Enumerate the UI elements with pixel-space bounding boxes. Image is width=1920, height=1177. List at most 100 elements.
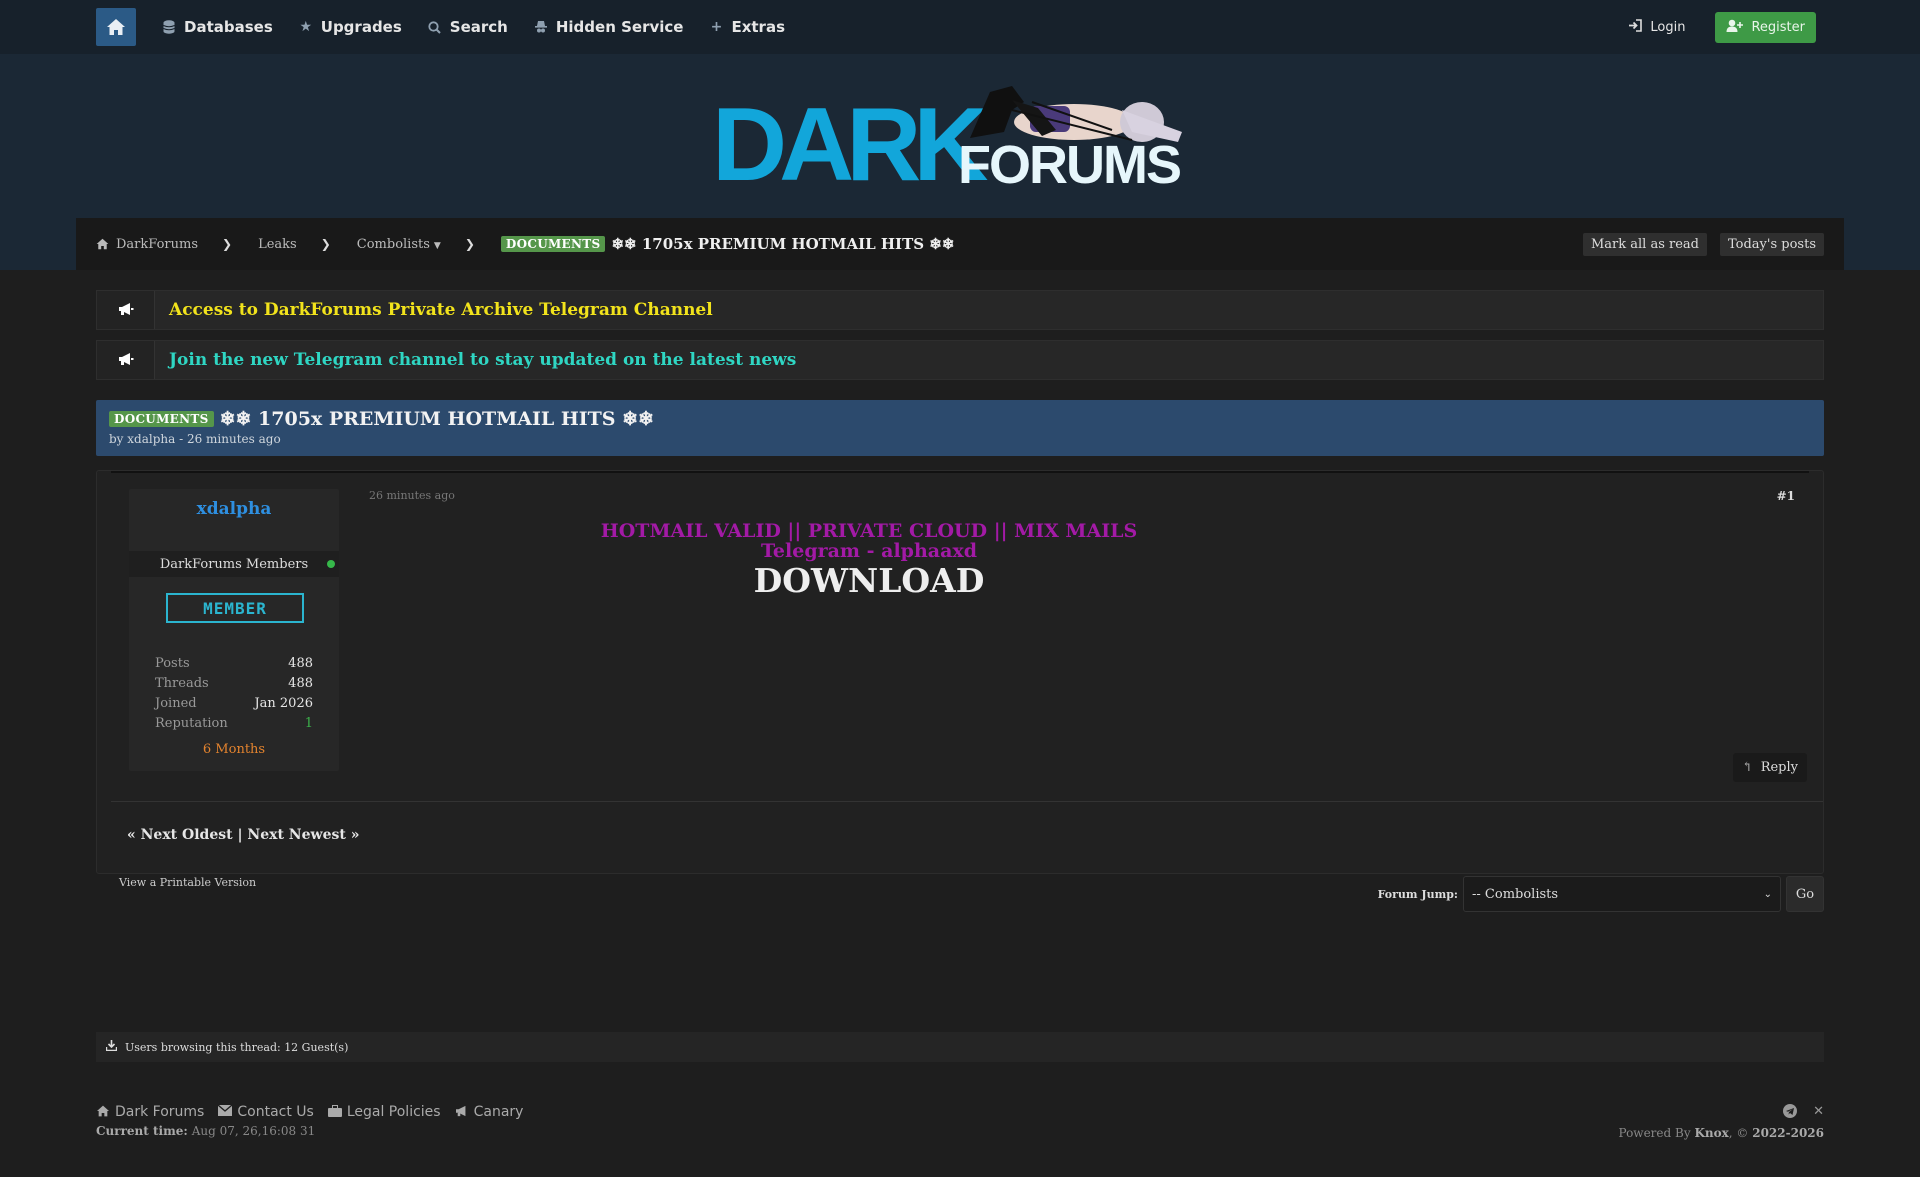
users-browsing-text: Users browsing this thread: 12 Guest(s) [125,1040,349,1054]
rank-badge: MEMBER [166,593,304,623]
breadcrumb-combolists-label: Combolists [356,236,430,252]
post-body-line: HOTMAIL VALID || PRIVATE CLOUD || MIX MA… [600,520,1138,542]
post-number-link[interactable]: #1 [1777,489,1795,503]
chevron-down-icon: ▼ [433,241,441,251]
login-label: Login [1650,19,1686,35]
usergroup-text: DarkForums Members [159,556,309,572]
stat-joined: Jan 2026 [254,695,313,711]
reply-button[interactable]: ↰ Reply [1732,753,1807,782]
telegram-icon[interactable] [1783,1104,1798,1122]
logo-mascot-figure [970,86,1182,142]
post: xdalpha DarkForums Members MEMBER Posts 4… [96,470,1824,874]
thread-header: DOCUMENTS ❄❄ 1705x PREMIUM HOTMAIL HITS … [96,400,1824,456]
download-icon [105,1040,118,1054]
briefcase-icon [327,1104,342,1120]
copyright-years: 2022-2026 [1752,1126,1824,1140]
announcement-text[interactable]: Access to DarkForums Private Archive Tel… [169,300,713,320]
register-label: Register [1751,19,1805,35]
x-twitter-icon[interactable]: ✕ [1813,1104,1824,1122]
announcement-1[interactable]: Access to DarkForums Private Archive Tel… [96,290,1824,330]
footer-link-dark-forums[interactable]: Dark Forums [96,1104,204,1120]
footer-link-legal[interactable]: Legal Policies [327,1104,441,1120]
stat-posts: 488 [288,655,313,671]
nav-extras[interactable]: + Extras [709,18,785,36]
stat-threads: 488 [288,675,313,691]
envelope-icon [217,1104,233,1119]
megaphone-icon [455,1105,469,1120]
nav-databases[interactable]: Databases [162,18,273,36]
breadcrumb: DarkForums ❯ Leaks ❯ Combolists ▼ ❯ DOCU… [76,218,1844,270]
chevron-down-icon: ⌄ [1763,888,1772,900]
nav-search-label: Search [449,18,508,36]
breadcrumb-home[interactable]: DarkForums [96,237,198,252]
thread-title: ❄❄ 1705x PREMIUM HOTMAIL HITS ❄❄ [219,408,654,430]
nav-upgrades[interactable]: ★ Upgrades [299,18,401,36]
reply-icon: ↰ [1741,760,1753,775]
site-logo[interactable]: DARK FORUMS [712,80,1202,203]
prefix-badge: DOCUMENTS [109,411,214,427]
download-link[interactable]: DOWNLOAD [369,561,1369,601]
plus-icon: + [710,19,723,35]
post-body-line: Telegram - alphaaxd [760,540,978,562]
home-icon [96,1105,110,1120]
footer: Dark Forums Contact Us Legal Policies Ca… [96,1104,1824,1164]
membership-duration: 6 Months [202,742,266,757]
megaphone-icon [118,351,134,370]
powered-prefix: Powered By [1618,1126,1691,1140]
forum-jump-selected: -- Combolists [1472,886,1559,902]
chevron-right-icon: ❯ [320,237,331,251]
star-icon: ★ [299,19,313,35]
stat-label: Reputation [155,715,228,731]
thread-pager[interactable]: « Next Oldest | Next Newest » [127,827,359,843]
stat-reputation[interactable]: 1 [305,716,313,731]
current-time-label: Current time: [96,1124,188,1138]
footer-link-label: Dark Forums [115,1104,205,1120]
user-plus-icon [1726,19,1744,36]
powered-suffix: , © [1728,1126,1749,1140]
announcement-text[interactable]: Join the new Telegram channel to stay up… [169,350,796,370]
announcement-2[interactable]: Join the new Telegram channel to stay up… [96,340,1824,380]
nav-search[interactable]: Search [428,18,508,36]
breadcrumb-current: ❄❄ 1705x PREMIUM HOTMAIL HITS ❄❄ [611,235,955,253]
post-author-name[interactable]: xdalpha [129,499,339,519]
thread-byline: by xdalpha - 26 minutes ago [109,432,281,446]
reply-label: Reply [1760,760,1798,775]
nav-hidden-service-label: Hidden Service [555,18,684,36]
users-browsing: Users browsing this thread: 12 Guest(s) [96,1032,1824,1062]
logo-dark-text: DARK [712,87,988,192]
current-time: Current time: Aug 07, 26,16:08 31 [96,1124,1824,1138]
nav-databases-label: Databases [184,18,273,36]
login-link[interactable]: Login [1628,18,1686,36]
chevron-right-icon: ❯ [464,237,475,251]
forum-jump-go-button[interactable]: Go [1786,876,1824,912]
register-button[interactable]: Register [1715,11,1816,43]
search-icon [428,20,442,34]
home-button[interactable] [96,8,136,46]
breadcrumb-combolists[interactable]: Combolists ▼ [357,237,441,252]
page-content: Access to DarkForums Private Archive Tel… [76,270,1844,1082]
prefix-badge: DOCUMENTS [500,236,606,252]
author-stats: Posts 488 Threads 488 Joined Jan 2026 Reput… [155,653,313,733]
post-date: 26 minutes ago [369,489,455,502]
megaphone-icon [118,301,134,320]
forum-jump-select[interactable]: -- Combolists ⌄ [1463,876,1781,912]
nav-hidden-service[interactable]: Hidden Service [534,18,684,36]
printable-version-link[interactable]: View a Printable Version [119,876,256,889]
home-icon [107,19,125,35]
mark-all-read-button[interactable]: Mark all as read [1582,233,1707,256]
current-time-value: Aug 07, 26,16:08 31 [191,1124,316,1138]
usergroup-label: DarkForums Members [129,551,339,577]
breadcrumb-leaks[interactable]: Leaks [258,237,297,252]
database-icon [162,20,176,34]
breadcrumb-home-label: DarkForums [116,236,198,252]
post-body: HOTMAIL VALID || PRIVATE CLOUD || MIX MA… [369,521,1369,601]
footer-link-label: Contact Us [237,1104,314,1120]
hat-icon [534,20,548,34]
stat-label: Posts [155,655,190,671]
powered-brand[interactable]: Knox [1694,1126,1728,1140]
top-navbar: Databases ★ Upgrades Search Hidden Servi… [0,0,1920,54]
footer-link-canary[interactable]: Canary [455,1104,524,1120]
footer-link-label: Canary [473,1104,524,1120]
footer-link-contact[interactable]: Contact Us [217,1104,314,1120]
todays-posts-button[interactable]: Today's posts [1720,233,1824,256]
